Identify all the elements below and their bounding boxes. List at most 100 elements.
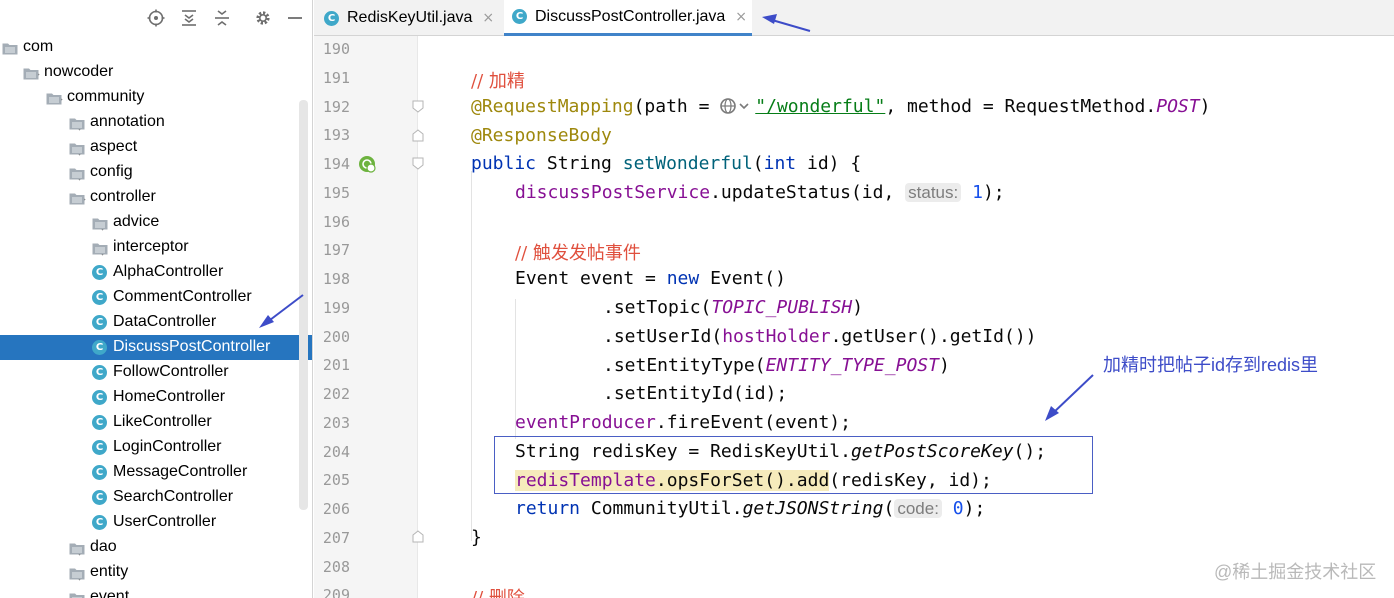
tree-item-nowcoder[interactable]: nowcoder [0,60,312,85]
package-icon [69,166,85,180]
collapse-all-icon[interactable] [211,7,233,29]
project-toolbar [0,0,312,36]
tree-item-entity[interactable]: entity [0,560,312,585]
line-number: 192 [322,97,350,116]
tree-item-advice[interactable]: advice [0,210,312,235]
close-icon[interactable]: × [735,9,747,25]
tree-item-label: AlphaController [113,263,224,280]
code-line-194: public String setWonderful(int id) { [471,153,862,174]
tree-item-interceptor[interactable]: interceptor [0,235,312,260]
annotation-note: 加精时把帖子id存到redis里 [1103,355,1319,375]
code-line-201: .setEntityType(ENTITY_TYPE_POST) [603,355,950,376]
line-number: 195 [322,183,350,202]
parameter-hint: status: [905,183,962,202]
package-icon [69,141,85,155]
tree-item-likecontroller[interactable]: C LikeController [0,410,312,435]
code-line-203: eventProducer.fireEvent(event); [515,412,851,433]
tree-item-label: entity [90,563,129,580]
editor-tab-bar: C RedisKeyUtil.java × C DiscussPostContr… [314,0,1394,36]
class-icon: C [92,315,107,330]
tree-item-label: community [67,88,145,105]
line-number: 206 [322,500,350,518]
project-scrollbar[interactable] [299,100,308,510]
package-icon [69,541,85,555]
tree-item-commentcontroller[interactable]: C CommentController [0,285,312,310]
tab-label: RedisKeyUtil.java [347,9,473,26]
tree-item-label: DiscussPostController [113,338,271,355]
tab-rediskeyutil[interactable]: C RedisKeyUtil.java × [324,0,502,36]
highlight-rectangle [494,436,1093,494]
globe-icon[interactable] [720,97,754,120]
code-line-198: Event event = new Event() [515,268,786,289]
locate-icon[interactable] [145,7,167,29]
class-icon: C [324,10,339,26]
line-number: 208 [322,557,350,576]
tab-discusspostcontroller[interactable]: C DiscussPostController.java × [504,0,752,36]
tree-item-label: interceptor [113,238,189,255]
package-icon [92,241,108,255]
line-number: 202 [322,385,350,403]
line-number: 196 [322,212,350,231]
code-line-193: @ResponseBody [471,125,612,146]
line-number: 200 [322,327,350,346]
tree-item-label: event [90,588,130,598]
tree-item-event[interactable]: event [0,585,312,598]
tree-item-aspect[interactable]: aspect [0,135,312,160]
tree-item-controller[interactable]: controller [0,185,312,210]
tab-label: DiscussPostController.java [535,7,726,25]
code-editor[interactable]: // 加精 @RequestMapping(path = "/wonderful… [419,36,1394,598]
line-number: 194 [322,155,350,173]
tree-item-community[interactable]: community [0,85,312,110]
code-line-206: return CommunityUtil.getJSONString(code:… [515,498,986,519]
tree-item-label: SearchController [113,488,234,505]
class-icon: C [92,515,107,530]
tree-item-label: LikeController [113,413,212,430]
watermark: @稀土掘金技术社区 [1214,562,1377,582]
code-line-202: .setEntityId(id); [603,383,788,404]
tree-item-label: LoginController [113,438,222,455]
line-number: 199 [322,298,350,317]
tree-item-dao[interactable]: dao [0,535,312,560]
tree-item-logincontroller[interactable]: C LoginController [0,435,312,460]
tree-item-followcontroller[interactable]: C FollowController [0,360,312,385]
tree-item-label: UserController [113,513,217,530]
tree-item-alphacontroller[interactable]: C AlphaController [0,260,312,285]
tree-item-datacontroller[interactable]: C DataController [0,310,312,335]
expand-all-icon[interactable] [178,7,200,29]
tree-item-label: MessageController [113,463,248,480]
tree-item-homecontroller[interactable]: C HomeController [0,385,312,410]
package-icon [23,66,39,80]
line-number: 197 [322,241,350,260]
code-line-192: @RequestMapping(path = "/wonderful", met… [471,96,1210,120]
tree-item-usercontroller[interactable]: C UserController [0,510,312,535]
code-line-197: // 触发发帖事件 [515,243,641,264]
gear-icon[interactable] [252,7,274,29]
editor-gutter: 190 191 192 193 194 195 196 197 198 199 200 201 202 2… [314,36,424,598]
tree-item-annotation[interactable]: annotation [0,110,312,135]
code-line-195: discussPostService.updateStatus(id, stat… [515,182,1005,203]
tree-item-label: nowcoder [44,63,114,80]
package-icon [2,41,18,55]
spring-request-mapping-icon[interactable] [358,155,377,174]
line-number: 191 [322,68,350,87]
project-tree: com nowcoder community annotation aspect conf… [0,35,312,598]
tree-item-discusspostcontroller[interactable]: C DiscussPostController [0,335,312,360]
tree-item-config[interactable]: config [0,160,312,185]
line-number: 209 [322,586,350,598]
package-icon [69,566,85,580]
line-number: 205 [322,471,350,490]
project-tool-window: com nowcoder community annotation aspect conf… [0,0,313,598]
class-icon: C [92,440,107,455]
tree-item-label: aspect [90,138,138,155]
line-number: 198 [322,270,350,288]
code-line-200: .setUserId(hostHolder.getUser().getId()) [603,326,1037,347]
line-number: 203 [322,413,350,432]
tree-item-searchcontroller[interactable]: C SearchController [0,485,312,510]
tree-item-com[interactable]: com [0,35,312,60]
close-icon[interactable]: × [482,10,494,26]
line-number: 190 [322,40,350,58]
tree-item-messagecontroller[interactable]: C MessageController [0,460,312,485]
minimize-icon[interactable] [284,7,306,29]
line-number: 201 [322,356,350,375]
tree-item-label: dao [90,538,117,555]
